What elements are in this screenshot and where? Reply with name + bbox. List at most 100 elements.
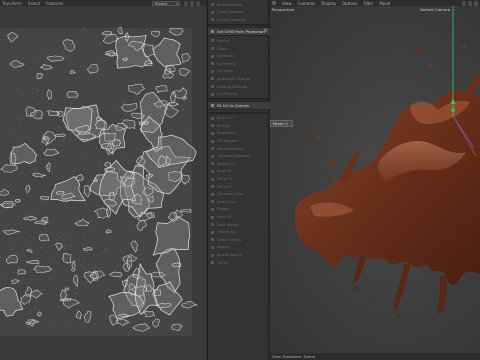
tool-item[interactable]: Island Tool — [208, 198, 270, 205]
uv-vertex — [20, 280, 22, 282]
uv-vertex — [25, 44, 27, 46]
uv-canvas[interactable] — [0, 6, 206, 360]
tool-item[interactable]: UV Packing — [208, 91, 270, 98]
tool-item[interactable]: Rotate UV — [208, 160, 270, 167]
tool-item[interactable]: Spherical — [208, 53, 270, 60]
tool-item[interactable]: UV Tangent — [208, 137, 270, 144]
tool-item[interactable]: Fit UV to Canvas — [208, 101, 270, 111]
tool-item[interactable]: Cylindrical — [208, 60, 270, 67]
uv-vertex — [147, 194, 149, 196]
tool-label: Unlock All — [217, 230, 235, 235]
tool-item[interactable]: Lock UV — [208, 213, 270, 220]
uv-vertex — [26, 203, 28, 205]
uv-vertex — [66, 295, 68, 297]
view-icon[interactable] — [272, 1, 276, 5]
rotate-view-icon[interactable] — [468, 0, 472, 6]
tool-item[interactable]: Select Seams — [208, 236, 270, 243]
uv-vertex — [81, 119, 83, 120]
uv-menu-transform[interactable]: Transform — [2, 1, 22, 6]
zoom-view-icon[interactable] — [474, 0, 478, 6]
tool-item[interactable]: Scale UV — [208, 168, 270, 175]
vp-menu-cameras[interactable]: Cameras — [298, 1, 316, 6]
splash-tendril — [393, 264, 410, 310]
uv-lock-icon[interactable] — [184, 0, 188, 6]
uv-mode-dropdown[interactable]: Project ▾ — [152, 0, 180, 6]
tool-item[interactable]: Display — [208, 244, 270, 251]
uv-grid-icon[interactable] — [190, 0, 194, 6]
uv-vertex — [137, 276, 139, 278]
uv-menu-features[interactable]: Features — [46, 1, 63, 6]
tool-item[interactable]: Packing Settings — [208, 83, 270, 90]
tool-item[interactable]: Shrink Selection — [208, 16, 270, 23]
uv-vertex — [126, 113, 127, 115]
uv-vertex — [75, 292, 78, 294]
uv-vertex — [26, 181, 28, 183]
uv-vertex — [127, 31, 129, 32]
uv-vertex — [83, 114, 85, 116]
tool-item[interactable]: Cubic — [208, 45, 270, 52]
uv-vertex — [125, 152, 126, 153]
tool-item[interactable]: Terrain — [208, 259, 270, 266]
uv-vertex — [126, 212, 128, 214]
uv-settings-icon[interactable] — [196, 0, 200, 6]
move-view-icon[interactable] — [462, 0, 466, 6]
uv-vertex — [1, 108, 3, 110]
uv-vertex — [130, 205, 132, 207]
uv-mode-value: Project — [155, 1, 168, 6]
hud-object-label[interactable]: Mixer ○ — [270, 120, 293, 127]
uv-menu-select[interactable]: Select — [28, 1, 40, 6]
viewport-canvas[interactable] — [270, 6, 480, 360]
vp-menu-view[interactable]: View — [282, 1, 292, 6]
tool-icon — [211, 104, 214, 108]
uv-vertex — [79, 220, 81, 221]
gear-icon[interactable]: ⚙ — [264, 29, 268, 34]
uv-vertex — [10, 312, 12, 314]
tool-label: Relax UV — [217, 116, 234, 121]
tool-item[interactable]: Ignore Seams — [208, 251, 270, 258]
uv-vertex — [143, 135, 144, 137]
tool-item[interactable]: Select Islands — [208, 1, 270, 8]
uv-vertex — [32, 88, 34, 90]
tool-item[interactable]: Mirror U — [208, 175, 270, 182]
tool-item[interactable]: Distort — [208, 206, 270, 213]
uv-vertex — [161, 154, 163, 156]
tool-icon — [211, 207, 214, 211]
uv-vertex — [36, 68, 37, 69]
tool-item[interactable]: Transform Tool — [208, 191, 270, 198]
uv-vertex — [181, 139, 183, 141]
vp-menu-filter[interactable]: Filter — [363, 1, 373, 6]
tool-label: Cylindrical — [217, 61, 236, 66]
vp-menu-options[interactable]: Options — [342, 1, 357, 6]
tool-item[interactable]: Mirror V — [208, 183, 270, 190]
tool-item[interactable]: Optimize Mapping — [208, 153, 270, 160]
tool-item[interactable]: Set UVW from Projection ⚙ — [208, 26, 270, 36]
tool-item[interactable]: Straighten — [208, 130, 270, 137]
uv-vertex — [158, 250, 159, 252]
tool-item[interactable]: Frontal — [208, 37, 270, 44]
tool-item[interactable]: Realign — [208, 122, 270, 129]
uv-vertex — [78, 36, 80, 38]
uv-vertex — [94, 267, 96, 268]
tool-item[interactable]: Automatic Unwrap — [208, 75, 270, 82]
tool-label: Frontal — [217, 38, 230, 43]
tool-item[interactable]: Unlock All — [208, 229, 270, 236]
uv-vertex — [172, 77, 174, 79]
uv-vertex — [81, 206, 83, 208]
uv-tools-panel: Select Islands Grow Selection Shrink Selec… — [207, 0, 270, 360]
tool-icon — [211, 147, 214, 151]
uv-vertex — [83, 45, 86, 47]
camera-label[interactable]: Default Camera — [420, 7, 450, 12]
uv-vertex — [128, 195, 130, 198]
vp-menu-panel[interactable]: Panel — [379, 1, 390, 6]
tool-item[interactable]: Weld Selected — [208, 145, 270, 152]
gizmo-handle — [451, 108, 455, 112]
uv-vertex — [7, 295, 8, 297]
tool-item[interactable]: UV Mode — [208, 68, 270, 75]
uv-vertex — [63, 253, 65, 255]
tool-item[interactable]: Lock Islands — [208, 221, 270, 228]
tool-item[interactable]: Grow Selection — [208, 9, 270, 16]
uv-vertex — [166, 193, 168, 195]
uv-vertex — [133, 321, 135, 322]
vp-menu-display[interactable]: Display — [321, 1, 336, 6]
tool-item[interactable]: Relax UV — [208, 115, 270, 122]
